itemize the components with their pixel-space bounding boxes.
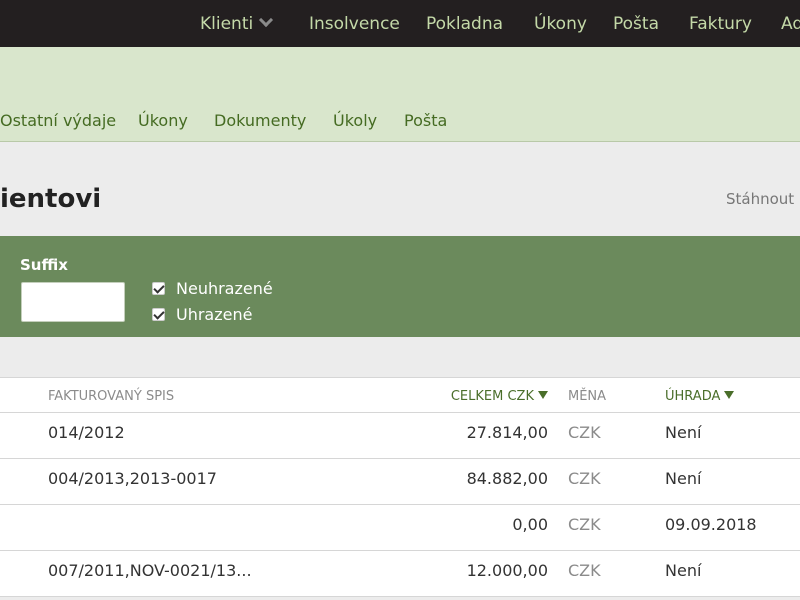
nav-ad-truncated[interactable]: Ad — [781, 13, 800, 35]
sort-down-icon — [538, 391, 548, 399]
subnav-posta[interactable]: Pošta — [404, 111, 447, 131]
cell-mena: CZK — [568, 561, 601, 580]
sort-down-icon — [724, 391, 735, 399]
cell-uhrada: 09.09.2018 — [665, 515, 757, 534]
download-link[interactable]: Stáhnout — [726, 190, 794, 208]
table-row[interactable]: 007/2011,NOV-0021/13... 12.000,00 CZK Ne… — [0, 551, 800, 597]
header-uhrada-label: ÚHRADA — [665, 389, 721, 404]
invoices-table: FAKTUROVANÝ SPIS CELKEM CZK MĚNA ÚHRADA … — [0, 377, 800, 597]
table-row[interactable]: 014/2012 27.814,00 CZK Není — [0, 413, 800, 459]
cell-celkem: 27.814,00 — [466, 423, 548, 442]
cell-celkem: 12.000,00 — [466, 561, 548, 580]
nav-faktury[interactable]: Faktury — [689, 13, 752, 35]
nav-posta[interactable]: Pošta — [613, 13, 659, 35]
header-celkem-label: CELKEM CZK — [450, 389, 534, 404]
table-row[interactable]: 004/2013,2013-0017 84.882,00 CZK Není — [0, 459, 800, 505]
nav-ukony[interactable]: Úkony — [534, 13, 587, 35]
cell-celkem: 84.882,00 — [466, 469, 548, 488]
chevron-down-icon — [259, 12, 274, 28]
cell-mena: CZK — [568, 423, 601, 442]
subnav-ostatni-vydaje[interactable]: Ostatní výdaje — [0, 111, 116, 131]
subnav-ukoly[interactable]: Úkoly — [333, 111, 377, 131]
paid-label: Uhrazené — [176, 304, 253, 324]
nav-klienti-label: Klienti — [200, 14, 254, 34]
nav-klienti[interactable]: Klienti — [200, 12, 274, 35]
paid-checkbox[interactable]: Uhrazené — [152, 304, 252, 324]
table-row[interactable]: 0,00 CZK 09.09.2018 — [0, 505, 800, 551]
unpaid-checkbox[interactable]: Neuhrazené — [152, 278, 273, 298]
cell-celkem: 0,00 — [512, 515, 548, 534]
checkbox-checked-icon[interactable] — [152, 281, 165, 295]
header-mena[interactable]: MĚNA — [568, 389, 606, 404]
cell-spis: 004/2013,2013-0017 — [48, 469, 217, 488]
nav-insolvence[interactable]: Insolvence — [309, 13, 400, 35]
subnav-ukony[interactable]: Úkony — [138, 111, 188, 131]
header-uhrada[interactable]: ÚHRADA — [665, 389, 735, 404]
table-header: FAKTUROVANÝ SPIS CELKEM CZK MĚNA ÚHRADA — [0, 377, 800, 413]
subnav-dokumenty[interactable]: Dokumenty — [214, 111, 306, 131]
cell-uhrada: Není — [665, 561, 702, 580]
checkbox-checked-icon[interactable] — [152, 307, 165, 321]
cell-spis: 007/2011,NOV-0021/13... — [48, 561, 252, 580]
header-fakturovany-spis[interactable]: FAKTUROVANÝ SPIS — [48, 389, 174, 404]
nav-pokladna[interactable]: Pokladna — [426, 13, 503, 35]
cell-mena: CZK — [568, 515, 601, 534]
suffix-label: Suffix — [20, 256, 68, 274]
header-celkem-czk[interactable]: CELKEM CZK — [451, 389, 548, 404]
top-navigation: Klienti Insolvence Pokladna Úkony Pošta … — [0, 0, 800, 47]
cell-uhrada: Není — [665, 469, 702, 488]
cell-uhrada: Není — [665, 423, 702, 442]
unpaid-label: Neuhrazené — [176, 278, 273, 298]
header-band — [0, 47, 800, 142]
page-title: ientovi — [0, 184, 102, 214]
suffix-input[interactable] — [21, 282, 125, 322]
cell-spis: 014/2012 — [48, 423, 125, 442]
cell-mena: CZK — [568, 469, 601, 488]
